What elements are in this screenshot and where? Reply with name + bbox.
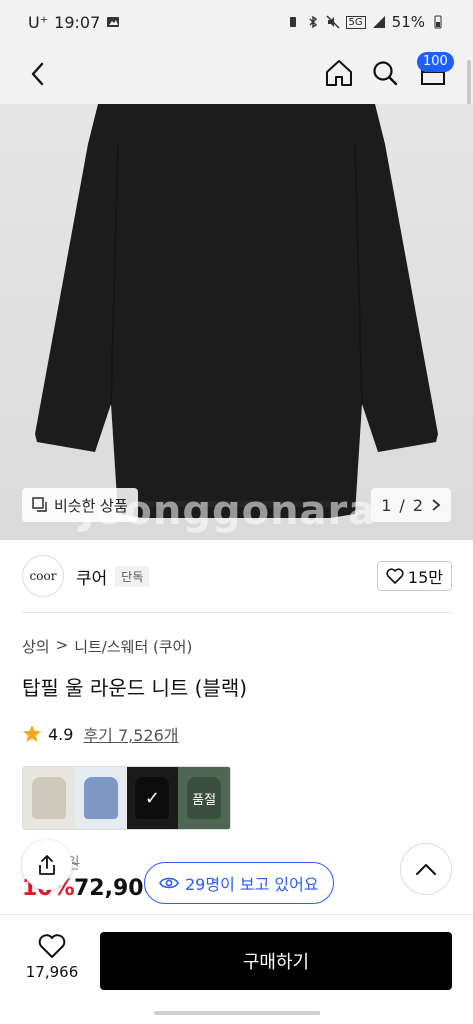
battery-icon (434, 15, 442, 29)
swatch-beige[interactable] (23, 767, 75, 829)
search-icon (373, 61, 398, 86)
clock: 19:07 (54, 12, 101, 32)
home-button[interactable] (322, 56, 356, 90)
top-nav (0, 44, 473, 104)
sweater-image (35, 104, 438, 518)
heart-icon (386, 568, 404, 584)
brand-logo-text: coor (29, 569, 57, 583)
home-indicator[interactable] (154, 1011, 320, 1015)
home-icon (326, 60, 352, 86)
review-count-link[interactable]: 후기 7,526개 (83, 722, 178, 746)
page-scrollbar[interactable] (467, 60, 471, 110)
similar-products-label: 비슷한 상품 (54, 496, 128, 515)
swatch-black[interactable]: ✓ (126, 767, 179, 829)
exclusive-badge: 단독 (115, 565, 150, 587)
wishlist-count: 17,966 (25, 963, 79, 981)
heart-icon (38, 934, 66, 958)
brand-like-count: 15만 (407, 568, 443, 587)
check-icon: ✓ (144, 787, 160, 809)
cart-count-badge: 100 (417, 52, 454, 72)
breadcrumb-separator: > (55, 636, 69, 654)
rating-value: 4.9 (48, 724, 74, 744)
status-right: 5G 51% (286, 13, 445, 31)
back-button[interactable] (22, 58, 54, 90)
search-button[interactable] (368, 56, 402, 90)
star-icon (23, 725, 41, 742)
buy-button[interactable]: 구매하기 (100, 932, 452, 990)
network-label: 5G (345, 15, 366, 29)
battery-level: 51% (391, 13, 425, 31)
battery-saver-icon (289, 17, 296, 27)
breadcrumb: 상의 > 니트/스웨터 (쿠어) (22, 636, 192, 657)
gallery-icon (107, 17, 120, 27)
product-title: 탑필 울 라운드 니트 (블랙) (22, 676, 248, 700)
copy-icon (32, 497, 47, 512)
brand-name[interactable]: 쿠어 (76, 564, 107, 589)
breadcrumb-level1[interactable]: 상의 (22, 636, 50, 657)
similar-products-button[interactable]: 비슷한 상품 (22, 488, 138, 522)
divider (22, 612, 452, 613)
chevron-right-icon (432, 499, 441, 511)
system-nav-bar (0, 1006, 473, 1024)
status-bar: U⁺ 19:07 5G 51% (0, 0, 473, 44)
swatch-green[interactable]: 품절 (178, 767, 230, 829)
scroll-to-top-button[interactable] (400, 843, 452, 895)
viewers-label: 29명이 보고 있어요 (185, 875, 319, 894)
status-left: U⁺ 19:07 (28, 13, 120, 32)
carrier-label: U⁺ (28, 12, 49, 32)
color-swatches: ✓ 품절 (22, 766, 231, 830)
page-total: 2 (412, 495, 423, 515)
viewers-count-pill: 29명이 보고 있어요 (144, 862, 334, 904)
chevron-left-icon (31, 62, 44, 86)
brand-row: coor 쿠어 단독 15만 (22, 552, 452, 600)
page-separator: / (399, 495, 405, 515)
brand-logo[interactable]: coor (22, 555, 64, 597)
rating-row: 4.9 후기 7,526개 (22, 722, 179, 746)
bluetooth-icon (309, 15, 317, 29)
image-page-indicator[interactable]: 1 / 2 (371, 488, 451, 522)
swatch-blue[interactable] (74, 767, 127, 829)
signal-icon (372, 16, 385, 28)
sold-out-label: 품절 (192, 792, 217, 808)
product-image-carousel[interactable]: Joonggonara 비슷한 상품 1 / 2 (0, 104, 473, 540)
page-current: 1 (381, 495, 392, 515)
eye-icon (159, 877, 179, 889)
share-icon (39, 855, 55, 875)
brand-like-button[interactable]: 15만 (376, 561, 452, 591)
bottom-action-bar: 17,966 구매하기 (0, 914, 473, 1006)
wishlist-button[interactable]: 17,966 (22, 933, 82, 997)
share-button[interactable] (22, 840, 72, 890)
mute-icon (326, 15, 340, 29)
chevron-up-icon (416, 864, 436, 875)
swatch-beige-image (31, 777, 66, 819)
swatch-blue-image (83, 777, 118, 819)
breadcrumb-level2[interactable]: 니트/스웨터 (쿠어) (74, 636, 192, 657)
